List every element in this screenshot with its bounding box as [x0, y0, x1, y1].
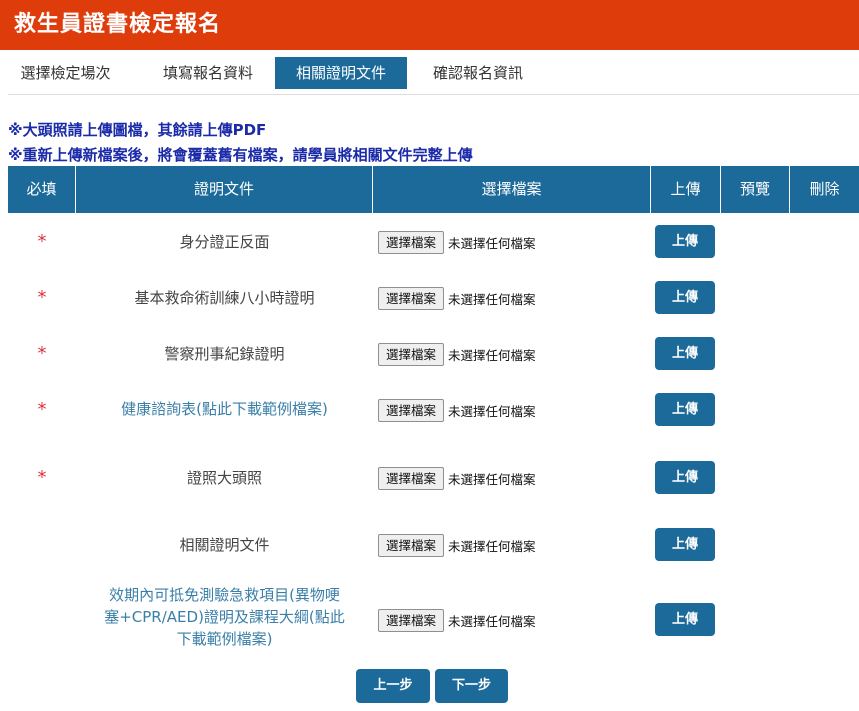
table-row: * 基本救命術訓練八小時證明 選擇檔案 未選擇任何檔案 上傳 [8, 276, 859, 322]
required-asterisk: * [37, 343, 47, 364]
page-header: 救生員證書檢定報名 [0, 0, 859, 50]
file-status-text: 未選擇任何檔案 [448, 348, 536, 363]
column-header-choose-file: 選擇檔案 [373, 166, 651, 213]
document-name-line: 塞+CPR/AED)證明及課程大綱(點此 [104, 608, 345, 626]
upload-button[interactable]: 上傳 [655, 603, 715, 636]
upload-button[interactable]: 上傳 [655, 528, 715, 561]
required-asterisk: * [37, 467, 47, 488]
upload-button[interactable]: 上傳 [655, 461, 715, 494]
upload-button[interactable]: 上傳 [655, 225, 715, 258]
column-header-delete: 刪除 [809, 180, 840, 198]
file-input: 選擇檔案 未選擇任何檔案 [378, 287, 536, 310]
column-header-required: 必填 [8, 166, 76, 213]
table-row: 相關證明文件 選擇檔案 未選擇任何檔案 上傳 [8, 523, 859, 569]
tab-fill-registration[interactable]: 填寫報名資料 [141, 57, 275, 89]
document-name: 相關證明文件 [179, 536, 270, 554]
file-status-text: 未選擇任何檔案 [448, 292, 536, 307]
table-row: * 健康諮詢表(點此下載範例檔案) 選擇檔案 未選擇任何檔案 上傳 [8, 388, 859, 434]
file-input: 選擇檔案 未選擇任何檔案 [378, 399, 536, 422]
table-row: 效期內可抵免測驗急救項目(異物哽 塞+CPR/AED)證明及課程大綱(點此 下載… [8, 583, 859, 659]
table-row: * 警察刑事紀錄證明 選擇檔案 未選擇任何檔案 上傳 [8, 332, 859, 378]
file-input: 選擇檔案 未選擇任何檔案 [378, 231, 536, 254]
file-status-text: 未選擇任何檔案 [448, 472, 536, 487]
document-name: 證照大頭照 [186, 469, 262, 487]
notice-overwrite-warning: ※重新上傳新檔案後，將會覆蓋舊有檔案，請學員將相關文件完整上傳 [8, 146, 473, 164]
required-asterisk: * [37, 399, 47, 420]
table-row: * 證照大頭照 選擇檔案 未選擇任何檔案 上傳 [8, 456, 859, 502]
choose-file-button[interactable]: 選擇檔案 [378, 534, 445, 557]
document-name: 基本救命術訓練八小時證明 [134, 289, 315, 307]
file-input: 選擇檔案 未選擇任何檔案 [378, 467, 536, 490]
column-header-preview: 預覽 [721, 166, 790, 213]
previous-step-button[interactable]: 上一步 [356, 669, 430, 703]
choose-file-button[interactable]: 選擇檔案 [378, 609, 445, 632]
document-name-line: 效期內可抵免測驗急救項目(異物哽 [109, 586, 340, 604]
document-name: 警察刑事紀錄證明 [164, 345, 285, 363]
upload-button[interactable]: 上傳 [655, 337, 715, 370]
choose-file-button[interactable]: 選擇檔案 [378, 231, 445, 254]
file-input: 選擇檔案 未選擇任何檔案 [378, 534, 536, 557]
file-input: 選擇檔案 未選擇任何檔案 [378, 609, 536, 632]
choose-file-button[interactable]: 選擇檔案 [378, 399, 445, 422]
column-header-document: 證明文件 [76, 166, 373, 213]
table-row: * 身分證正反面 選擇檔案 未選擇任何檔案 上傳 [8, 220, 859, 266]
choose-file-button[interactable]: 選擇檔案 [378, 467, 445, 490]
step-tabs: 選擇檢定場次 填寫報名資料 相關證明文件 確認報名資訊 [8, 57, 859, 95]
tab-confirm-registration[interactable]: 確認報名資訊 [411, 57, 545, 89]
file-input: 選擇檔案 未選擇任何檔案 [378, 343, 536, 366]
page-title: 救生員證書檢定報名 [14, 12, 222, 37]
required-asterisk: * [37, 287, 47, 308]
choose-file-button[interactable]: 選擇檔案 [378, 343, 445, 366]
file-status-text: 未選擇任何檔案 [448, 236, 536, 251]
upload-button[interactable]: 上傳 [655, 281, 715, 314]
documents-table-header: 必填 證明文件 選擇檔案 上傳 預覽 刪除 [8, 166, 859, 213]
column-header-upload: 上傳 [651, 166, 721, 213]
document-name: 身分證正反面 [179, 233, 270, 251]
file-status-text: 未選擇任何檔案 [448, 614, 536, 629]
upload-button[interactable]: 上傳 [655, 393, 715, 426]
file-status-text: 未選擇任何檔案 [448, 404, 536, 419]
notice-photo-format: ※大頭照請上傳圖檔，其餘請上傳PDF [8, 121, 267, 139]
next-step-button[interactable]: 下一步 [435, 669, 508, 703]
file-status-text: 未選擇任何檔案 [448, 539, 536, 554]
required-asterisk: * [37, 231, 47, 252]
document-name-line: 下載範例檔案) [176, 630, 273, 648]
health-form-download-link[interactable]: 健康諮詢表(點此下載範例檔案) [76, 398, 373, 420]
tab-select-session[interactable]: 選擇檢定場次 [8, 57, 123, 89]
tab-related-documents[interactable]: 相關證明文件 [275, 57, 407, 89]
choose-file-button[interactable]: 選擇檔案 [378, 287, 445, 310]
first-aid-exemption-download-link[interactable]: 效期內可抵免測驗急救項目(異物哽 塞+CPR/AED)證明及課程大綱(點此 下載… [76, 584, 373, 650]
